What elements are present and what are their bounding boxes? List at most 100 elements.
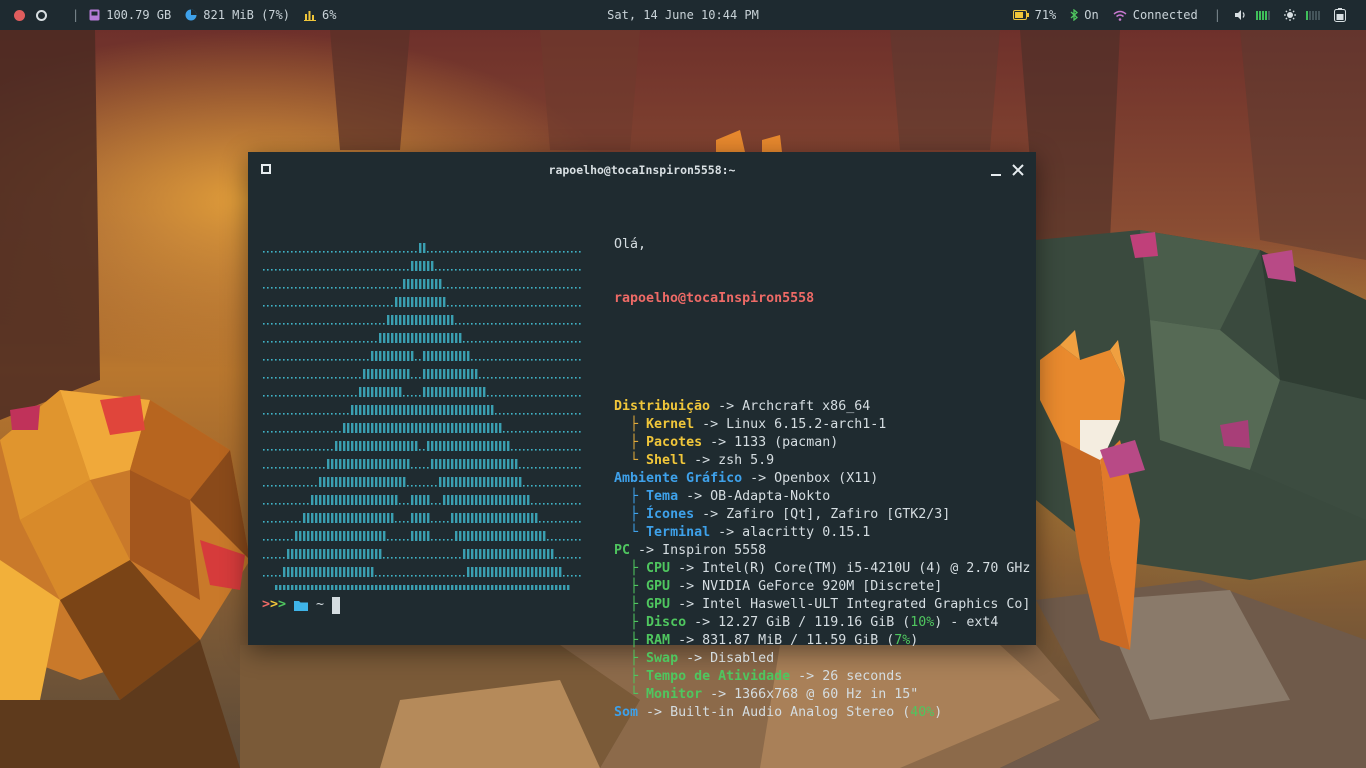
info-key: Ícones (646, 507, 695, 522)
level-bar (1306, 10, 1308, 20)
tree-branch: └ (630, 687, 639, 702)
level-bar (1256, 10, 1258, 20)
info-arrow: -> (710, 435, 727, 450)
disk-widget[interactable]: 100.79 GB (89, 8, 171, 22)
info-value: Linux 6.15.2-arch1-1 (726, 417, 887, 432)
info-key: Som (614, 705, 639, 720)
tree-branch: ├ (630, 597, 639, 612)
info-value: OB-Adapta-Nokto (710, 489, 831, 504)
info-key: CPU (646, 561, 671, 576)
prompt-chevron: > (278, 597, 287, 612)
info-item-2-4: ├ RAM -> 831.87 MiB / 11.59 GiB (7%) (614, 632, 1030, 650)
memory-widget[interactable]: 821 MiB (7%) (185, 8, 290, 22)
info-arrow: -> (638, 543, 655, 558)
terminal-window[interactable]: rapoelho@tocaInspiron5558:~ Olá, rapoelh… (248, 152, 1036, 720)
tree-branch: ├ (630, 417, 639, 432)
shell-prompt[interactable]: >>> ~ (262, 596, 341, 614)
info-key: Swap (646, 651, 679, 666)
info-key: Tempo de Atividade (646, 669, 791, 684)
info-value-percent: 10% (910, 615, 935, 630)
cpu-widget[interactable]: 6% (303, 8, 336, 22)
circle-menu-button[interactable] (36, 9, 47, 21)
info-item-2-5: ├ Swap -> Disabled (614, 650, 1030, 668)
tree-branch: ├ (630, 633, 639, 648)
info-item-2-7: └ Monitor -> 1366x768 @ 60 Hz in 15" (614, 686, 1030, 704)
info-key: Distribuição (614, 399, 711, 414)
info-item-1-0: ├ Tema -> OB-Adapta-Nokto (614, 488, 1030, 506)
volume-level-bars[interactable] (1256, 10, 1270, 20)
info-value: alacritty 0.15.1 (742, 525, 871, 540)
disk-icon (89, 9, 100, 21)
info-value: 1366x768 @ 60 Hz in 15" (734, 687, 919, 702)
clock-datetime[interactable]: Sat, 14 June 10:44 PM (607, 8, 759, 22)
info-value: Built-in Audio Analog Stereo ( (670, 705, 911, 720)
info-value: Intel Haswell-ULT Integrated Graphics Co… (702, 597, 1031, 612)
brightness-widget[interactable] (1284, 9, 1320, 21)
prompt-chevron: > (262, 597, 271, 612)
bluetooth-widget[interactable]: On (1070, 8, 1099, 22)
level-bar (1309, 10, 1311, 20)
info-value: Archcraft x86_64 (742, 399, 871, 414)
panel-separator: | (72, 8, 80, 22)
info-value-percent: 7% (894, 633, 911, 648)
info-key: Kernel (646, 417, 695, 432)
info-arrow: -> (678, 597, 695, 612)
wifi-icon (1113, 10, 1127, 21)
info-arrow: -> (678, 561, 695, 576)
info-value: 12.27 GiB / 119.16 GiB ( (718, 615, 911, 630)
close-dot-button[interactable] (14, 9, 25, 21)
info-item-2-0: ├ CPU -> Intel(R) Core(TM) i5-4210U (4) … (614, 560, 1030, 578)
archcraft-ascii-logo (263, 243, 581, 590)
power-battery-icon (1334, 8, 1346, 22)
window-minimize-icon[interactable] (990, 164, 1002, 176)
tree-branch: ├ (630, 579, 639, 594)
battery-widget[interactable]: 71% (1012, 8, 1057, 22)
info-value: Inspiron 5558 (662, 543, 767, 558)
info-item-1-2: └ Terminal -> alacritty 0.15.1 (614, 524, 1030, 542)
info-arrow: -> (678, 633, 695, 648)
info-item-2-2: ├ GPU -> Intel Haswell-ULT Integrated Gr… (614, 596, 1030, 614)
info-arrow: -> (678, 579, 695, 594)
info-item-2-1: ├ GPU -> NVIDIA GeForce 920M [Discrete] (614, 578, 1030, 596)
info-section-1: Ambiente Gráfico -> Openbox (X11) (614, 470, 1030, 488)
info-item-2-3: ├ Disco -> 12.27 GiB / 119.16 GiB (10%) … (614, 614, 1030, 632)
bluetooth-status: On (1084, 8, 1099, 22)
tree-branch: ├ (630, 435, 639, 450)
bar-chart-icon (303, 11, 316, 21)
speaker-icon (1235, 10, 1245, 20)
info-key: GPU (646, 579, 671, 594)
power-widget[interactable] (1334, 8, 1352, 22)
text-cursor (332, 596, 341, 614)
volume-widget[interactable] (1235, 10, 1270, 20)
info-section-2: PC -> Inspiron 5558 (614, 542, 1030, 560)
info-value: zsh 5.9 (718, 453, 775, 468)
tree-branch: └ (630, 453, 639, 468)
info-value: Openbox (X11) (774, 471, 879, 486)
top-panel-left: | 100.79 GB 821 MiB (7%) 6% (14, 0, 350, 30)
tree-branch: └ (630, 525, 639, 540)
info-arrow: -> (686, 651, 703, 666)
top-panel-right: 71% On Connected | (999, 0, 1352, 30)
wifi-widget[interactable]: Connected (1113, 8, 1198, 22)
prompt-chevron: > (270, 597, 279, 612)
battery-percent: 71% (1034, 8, 1057, 22)
info-value: Disabled (710, 651, 775, 666)
info-arrow: -> (694, 453, 711, 468)
info-value: Zafiro [Qt], Zafiro [GTK2/3] (726, 507, 951, 522)
brightness-level-bars[interactable] (1306, 10, 1320, 20)
info-key: Disco (646, 615, 687, 630)
info-value-suffix: ) (910, 633, 919, 648)
info-arrow: -> (646, 705, 663, 720)
terminal-titlebar[interactable]: rapoelho@tocaInspiron5558:~ (248, 152, 1036, 188)
info-value: NVIDIA GeForce 920M [Discrete] (702, 579, 943, 594)
info-arrow: -> (702, 417, 719, 432)
info-value-percent: 40% (910, 705, 935, 720)
info-item-0-2: └ Shell -> zsh 5.9 (614, 452, 1030, 470)
info-arrow: -> (718, 525, 735, 540)
window-close-icon[interactable] (1012, 164, 1024, 176)
tree-branch: ├ (630, 651, 639, 666)
info-key: Shell (646, 453, 687, 468)
info-key: GPU (646, 597, 671, 612)
level-bar (1318, 10, 1320, 20)
